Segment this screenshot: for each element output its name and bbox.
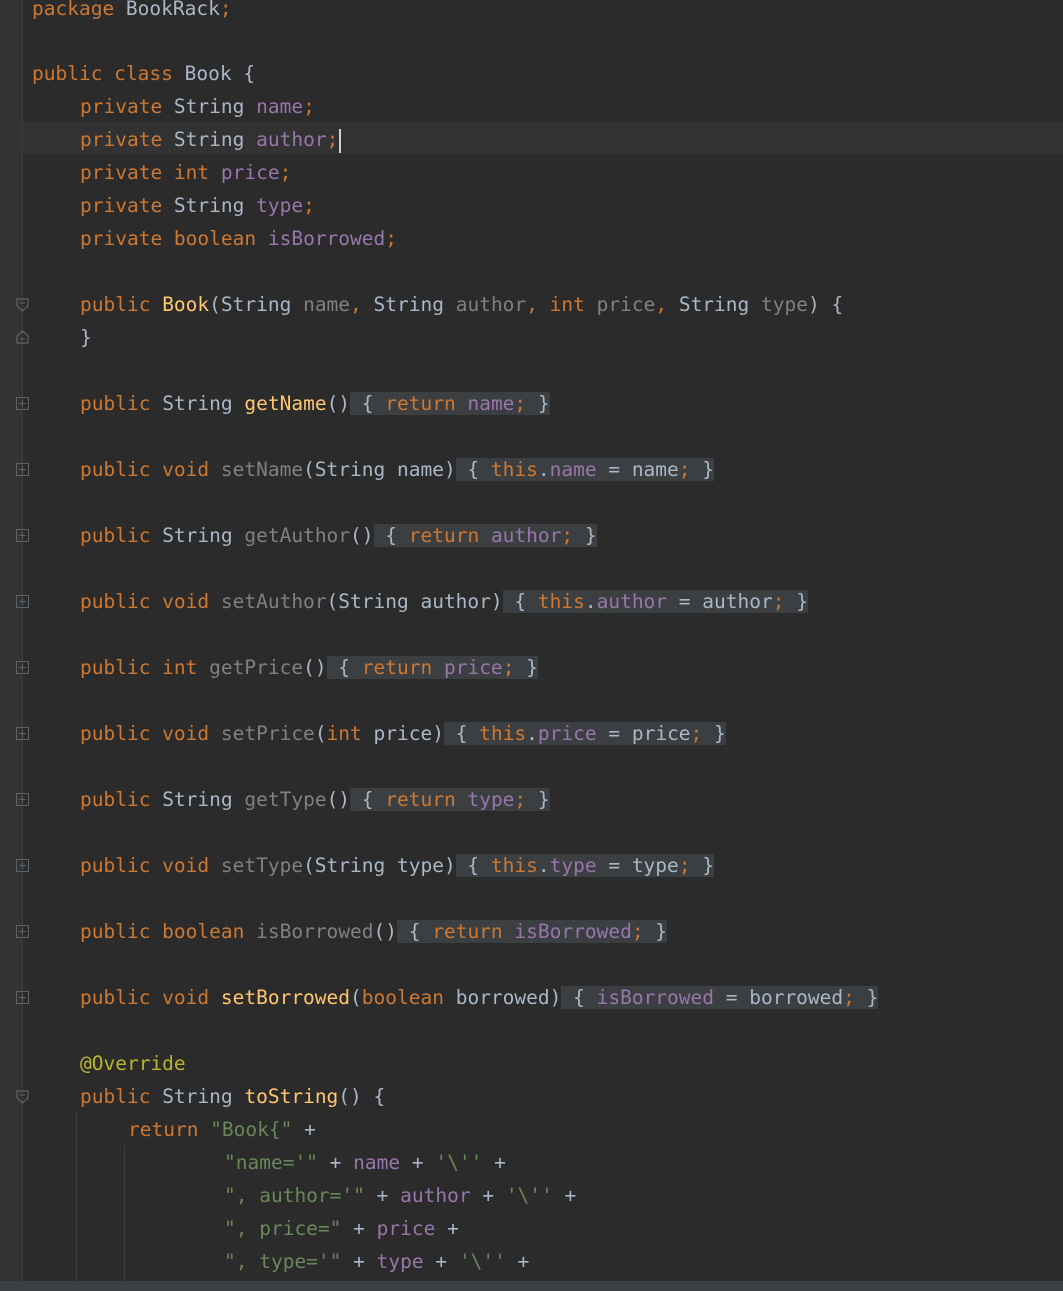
code-line[interactable]: public int getPrice() { return price; } — [80, 651, 538, 684]
code-line[interactable]: private boolean isBorrowed; — [80, 222, 397, 255]
code-line[interactable]: public void setPrice(int price) { this.p… — [80, 717, 726, 750]
horizontal-scrollbar[interactable] — [0, 1281, 1063, 1291]
code-line[interactable]: public void setBorrowed(boolean borrowed… — [80, 981, 879, 1014]
code-line[interactable]: public String toString() { — [80, 1080, 385, 1113]
folded-region[interactable]: { this.author = author; } — [502, 590, 808, 613]
fold-expand-icon[interactable] — [16, 925, 29, 938]
code-line[interactable]: public boolean isBorrowed() { return isB… — [80, 915, 668, 948]
fold-close-icon[interactable] — [16, 330, 29, 344]
fold-expand-icon[interactable] — [16, 727, 29, 740]
fold-open-icon[interactable] — [16, 1090, 29, 1104]
fold-expand-icon[interactable] — [16, 463, 29, 476]
folded-region[interactable]: { this.price = price; } — [443, 722, 726, 745]
fold-expand-icon[interactable] — [16, 661, 29, 674]
fold-expand-icon[interactable] — [16, 595, 29, 608]
code-line[interactable]: public void setAuthor(String author) { t… — [80, 585, 808, 618]
fold-expand-icon[interactable] — [16, 397, 29, 410]
code-line[interactable]: public String getType() { return type; } — [80, 783, 550, 816]
editor-gutter — [0, 0, 23, 1281]
code-line[interactable]: public void setType(String type) { this.… — [80, 849, 715, 882]
folded-region[interactable]: { return type; } — [350, 788, 550, 811]
folded-region[interactable]: { return price; } — [326, 656, 538, 679]
code-line[interactable]: public void setName(String name) { this.… — [80, 453, 715, 486]
code-editor[interactable]: package BookRack; public class Book { pr… — [0, 0, 1063, 1291]
folded-region[interactable]: { return name; } — [350, 392, 550, 415]
fold-expand-icon[interactable] — [16, 793, 29, 806]
code-line[interactable]: @Override — [80, 1047, 186, 1080]
folded-region[interactable]: { this.type = type; } — [455, 854, 715, 877]
code-line[interactable]: private String name; — [80, 90, 315, 123]
code-line[interactable]: package BookRack; — [32, 0, 232, 25]
code-line[interactable]: } — [80, 321, 92, 354]
folded-region[interactable]: { this.name = name; } — [455, 458, 715, 481]
code-line[interactable]: return "Book{" + — [128, 1113, 316, 1146]
code-line[interactable]: private int price; — [80, 156, 291, 189]
text-caret — [339, 128, 342, 153]
code-line[interactable]: ", price=" + price + — [224, 1212, 459, 1245]
code-line[interactable]: public String getName() { return name; } — [80, 387, 550, 420]
folded-region[interactable]: { isBorrowed = borrowed; } — [561, 986, 879, 1009]
code-line[interactable]: ", type='" + type + '\'' + — [224, 1245, 529, 1278]
code-line[interactable]: ", author='" + author + '\'' + — [224, 1179, 576, 1212]
indent-guide — [76, 1112, 77, 1282]
folded-region[interactable]: { return isBorrowed; } — [397, 920, 668, 943]
code-line[interactable]: public Book(String name, String author, … — [80, 288, 843, 321]
fold-expand-icon[interactable] — [16, 529, 29, 542]
fold-expand-icon[interactable] — [16, 859, 29, 872]
code-line[interactable]: private String author; — [80, 123, 342, 156]
code-line[interactable]: private String type; — [80, 189, 315, 222]
code-line[interactable]: "name='" + name + '\'' + — [224, 1146, 506, 1179]
fold-open-icon[interactable] — [16, 298, 29, 312]
code-line[interactable]: public String getAuthor() { return autho… — [80, 519, 597, 552]
code-line[interactable]: public class Book { — [32, 57, 255, 90]
fold-expand-icon[interactable] — [16, 991, 29, 1004]
indent-guide — [124, 1145, 125, 1282]
folded-region[interactable]: { return author; } — [373, 524, 597, 547]
